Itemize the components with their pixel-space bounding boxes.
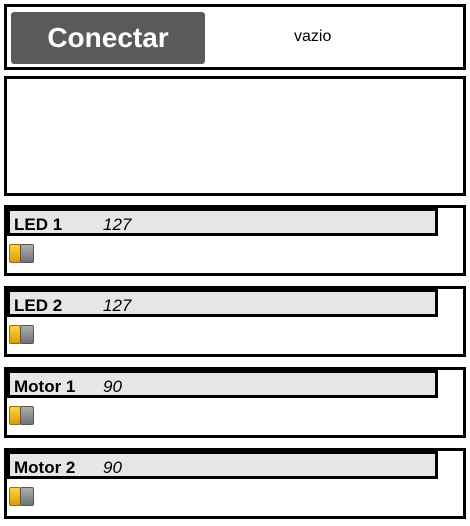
control-value: 127	[103, 296, 132, 315]
control-header: LED 2 127	[7, 289, 438, 317]
slider-handle-icon[interactable]	[9, 406, 34, 425]
log-area	[4, 76, 466, 196]
control-header: Motor 2 90	[7, 451, 438, 479]
control-label: Motor 2	[14, 458, 76, 477]
connect-button[interactable]: Conectar	[11, 12, 205, 64]
control-label: LED 2	[14, 296, 63, 315]
control-label: Motor 1	[14, 377, 76, 396]
control-panel-led-1: LED 1 127	[4, 205, 466, 276]
control-panel-motor-1: Motor 1 90	[4, 367, 466, 438]
control-label: LED 1	[14, 215, 63, 234]
slider-handle-icon[interactable]	[9, 244, 34, 263]
control-header: Motor 1 90	[7, 370, 438, 398]
control-header: LED 1 127	[7, 208, 438, 236]
connection-status: vazio	[294, 28, 332, 45]
control-value: 90	[103, 458, 122, 477]
control-panel-led-2: LED 2 127	[4, 286, 466, 357]
control-panel-motor-2: Motor 2 90	[4, 448, 466, 519]
top-bar: Conectar vazio	[4, 4, 466, 70]
slider-handle-icon[interactable]	[9, 487, 34, 506]
control-value: 127	[103, 215, 132, 234]
control-value: 90	[103, 377, 122, 396]
slider-handle-icon[interactable]	[9, 325, 34, 344]
